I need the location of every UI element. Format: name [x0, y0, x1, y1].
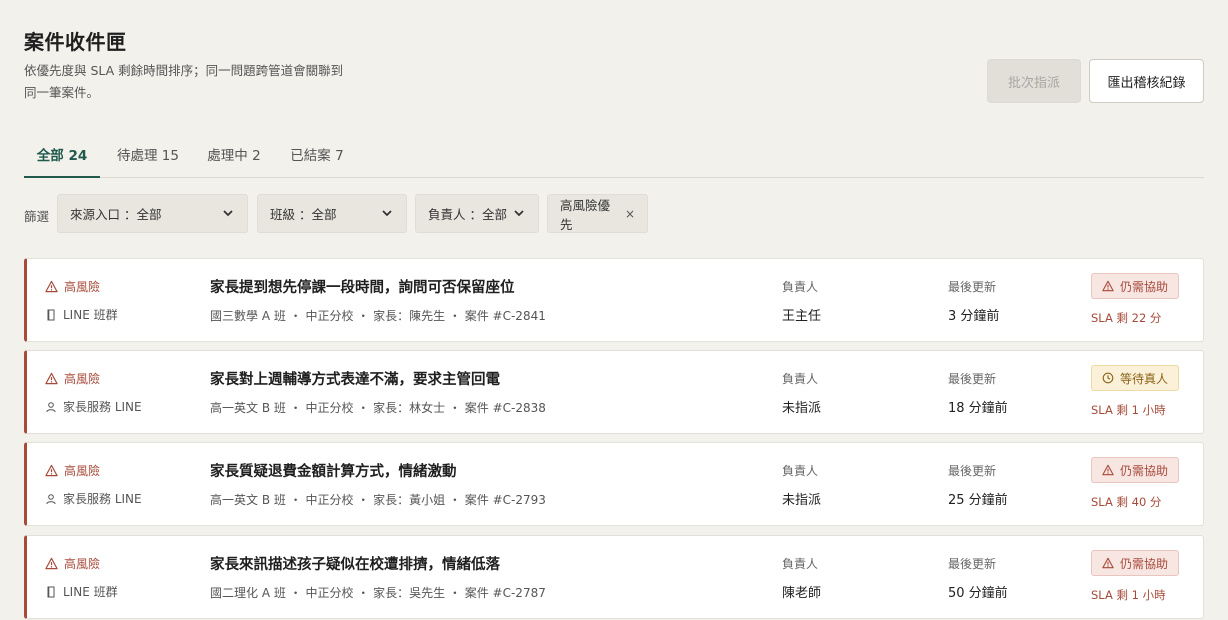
- class-filter-select[interactable]: 班級 ：全部: [257, 194, 407, 233]
- status-badge: 仍需協助: [1091, 273, 1180, 299]
- updated-label: 最後更新: [948, 280, 997, 294]
- person-icon: [45, 401, 57, 413]
- source-channel: LINE 班群: [45, 306, 118, 323]
- source-filter-value: 來源入口 ：全部: [70, 207, 162, 222]
- case-title[interactable]: 家長對上週輔導方式表達不滿，要求主管回電: [210, 368, 500, 389]
- risk-badge: 高風險: [45, 462, 100, 479]
- tab-pending[interactable]: 待處理 15: [110, 131, 186, 177]
- warning-icon: [45, 372, 58, 385]
- owner-value: 陳老師: [782, 586, 822, 601]
- subtitle-line-2: 同一筆案件。: [24, 85, 100, 100]
- book-icon: [45, 586, 57, 598]
- source-label: LINE 班群: [63, 585, 118, 599]
- updated-label: 最後更新: [948, 464, 997, 478]
- page-title: 案件收件匣: [24, 30, 127, 54]
- tab-closed[interactable]: 已結案 7: [284, 131, 350, 177]
- sla-remaining: SLA 剩 40 分: [1091, 495, 1162, 509]
- risk-badge: 高風險: [45, 278, 100, 295]
- warning-icon: [1102, 557, 1114, 569]
- status-label: 等待真人: [1120, 371, 1169, 386]
- high-risk-filter-chip[interactable]: 高風險優先 ×: [547, 194, 648, 233]
- status-label: 仍需協助: [1120, 463, 1169, 478]
- case-title[interactable]: 家長提到想先停課一段時間，詢問可否保留座位: [210, 276, 515, 297]
- case-card[interactable]: 高風險 LINE 班群 家長提到想先停課一段時間，詢問可否保留座位 國三數學 A…: [24, 258, 1204, 342]
- class-filter-value: 班級 ：全部: [270, 207, 337, 222]
- tab-in-progress[interactable]: 處理中 2: [200, 131, 268, 177]
- source-label: 家長服務 LINE: [63, 400, 142, 414]
- updated-value: 18 分鐘前: [948, 401, 1008, 416]
- source-label: LINE 班群: [63, 308, 118, 322]
- owner-label: 負責人: [782, 372, 819, 386]
- high-risk-filter-label: 高風險優先: [560, 197, 611, 232]
- owner-label: 負責人: [782, 557, 819, 571]
- updated-value: 50 分鐘前: [948, 586, 1008, 601]
- batch-assign-button[interactable]: 批次指派: [987, 59, 1081, 103]
- owner-filter-value: 負責人 ：全部: [428, 207, 507, 222]
- chevron-down-icon: [382, 210, 392, 217]
- warning-icon: [1102, 280, 1114, 292]
- status-badge: 仍需協助: [1091, 550, 1180, 576]
- filter-label: 篩選: [24, 209, 50, 224]
- chevron-down-icon: [223, 210, 233, 217]
- updated-value: 25 分鐘前: [948, 493, 1008, 508]
- sla-remaining: SLA 剩 1 小時: [1091, 403, 1166, 417]
- risk-label: 高風險: [64, 372, 101, 386]
- person-icon: [45, 493, 57, 505]
- owner-label: 負責人: [782, 464, 819, 478]
- warning-icon: [45, 464, 58, 477]
- source-channel: 家長服務 LINE: [45, 398, 142, 415]
- risk-badge: 高風險: [45, 555, 100, 572]
- page-subtitle: 依優先度與 SLA 剩餘時間排序；同一問題跨管道會關聯到 同一筆案件。: [24, 60, 364, 104]
- risk-label: 高風險: [64, 557, 101, 571]
- case-title[interactable]: 家長來訊描述孩子疑似在校遭排擠，情緒低落: [210, 553, 500, 574]
- risk-badge: 高風險: [45, 370, 100, 387]
- owner-value: 未指派: [782, 401, 822, 416]
- warning-icon: [45, 280, 58, 293]
- case-card[interactable]: 高風險 家長服務 LINE 家長對上週輔導方式表達不滿，要求主管回電 高一英文 …: [24, 350, 1204, 434]
- case-meta: 國二理化 A 班 ・ 中正分校 ・ 家長：吳先生 ・ 案件 #C-2787: [210, 586, 546, 600]
- source-label: 家長服務 LINE: [63, 492, 142, 506]
- updated-label: 最後更新: [948, 372, 997, 386]
- case-meta: 高一英文 B 班 ・ 中正分校 ・ 家長：黃小姐 ・ 案件 #C-2793: [210, 493, 546, 507]
- chevron-down-icon: [514, 210, 524, 217]
- updated-value: 3 分鐘前: [948, 309, 1000, 324]
- case-meta: 高一英文 B 班 ・ 中正分校 ・ 家長：林女士 ・ 案件 #C-2838: [210, 401, 546, 415]
- case-card[interactable]: 高風險 家長服務 LINE 家長質疑退費金額計算方式，情緒激動 高一英文 B 班…: [24, 442, 1204, 526]
- status-badge: 仍需協助: [1091, 457, 1180, 483]
- status-label: 仍需協助: [1120, 556, 1169, 571]
- subtitle-line-1: 依優先度與 SLA 剩餘時間排序；同一問題跨管道會關聯到: [24, 63, 344, 78]
- tab-all[interactable]: 全部 24: [24, 131, 100, 178]
- risk-label: 高風險: [64, 464, 101, 478]
- warning-icon: [1102, 464, 1114, 476]
- warning-icon: [45, 557, 58, 570]
- case-title[interactable]: 家長質疑退費金額計算方式，情緒激動: [210, 460, 457, 481]
- risk-label: 高風險: [64, 280, 101, 294]
- owner-filter-select[interactable]: 負責人 ：全部: [415, 194, 539, 233]
- sla-remaining: SLA 剩 1 小時: [1091, 588, 1166, 602]
- source-filter-select[interactable]: 來源入口 ：全部: [57, 194, 248, 233]
- owner-value: 王主任: [782, 309, 822, 324]
- sla-remaining: SLA 剩 22 分: [1091, 311, 1162, 325]
- status-tabs: 全部 24 待處理 15 處理中 2 已結案 7: [24, 131, 1204, 178]
- book-icon: [45, 309, 57, 321]
- export-audit-log-button[interactable]: 匯出稽核紀錄: [1089, 59, 1204, 103]
- status-badge: 等待真人: [1091, 365, 1180, 391]
- case-meta: 國三數學 A 班 ・ 中正分校 ・ 家長：陳先生 ・ 案件 #C-2841: [210, 309, 546, 323]
- owner-label: 負責人: [782, 280, 819, 294]
- case-card[interactable]: 高風險 LINE 班群 家長來訊描述孩子疑似在校遭排擠，情緒低落 國二理化 A …: [24, 535, 1204, 619]
- status-label: 仍需協助: [1120, 279, 1169, 294]
- close-icon[interactable]: ×: [625, 207, 635, 221]
- clock-icon: [1102, 372, 1114, 384]
- source-channel: 家長服務 LINE: [45, 490, 142, 507]
- updated-label: 最後更新: [948, 557, 997, 571]
- owner-value: 未指派: [782, 493, 822, 508]
- source-channel: LINE 班群: [45, 583, 118, 600]
